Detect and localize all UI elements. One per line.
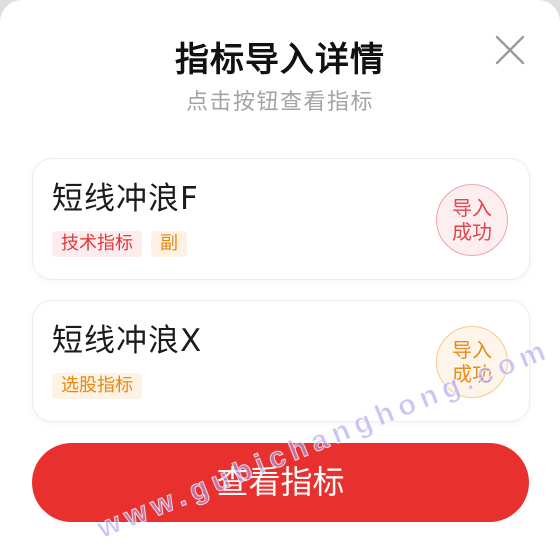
indicator-card: 短线冲浪F 技术指标 副 导入成功 <box>32 158 530 280</box>
page: { "dialog": { "title": "指标导入详情", "subtit… <box>0 0 560 552</box>
indicator-name: 短线冲浪F <box>52 181 199 217</box>
import-status-stamp: 导入成功 <box>436 184 508 256</box>
indicator-tags: 技术指标 副 <box>52 231 187 257</box>
import-details-dialog: 指标导入详情 点击按钮查看指标 短线冲浪F 技术指标 副 导入成功 短线冲浪X … <box>0 0 560 552</box>
indicator-type-tag: 选股指标 <box>52 373 142 399</box>
view-indicators-button[interactable]: 查看指标 <box>32 443 529 522</box>
indicator-name: 短线冲浪X <box>52 323 203 359</box>
indicator-position-tag: 副 <box>151 231 187 257</box>
import-status-label: 导入成功 <box>452 196 492 244</box>
close-button[interactable] <box>495 35 525 65</box>
indicator-card: 短线冲浪X 选股指标 导入成功 <box>32 300 530 422</box>
import-status-label: 导入成功 <box>452 338 492 386</box>
import-status-stamp: 导入成功 <box>436 326 508 398</box>
dialog-title: 指标导入详情 <box>175 40 385 80</box>
indicator-tags: 选股指标 <box>52 373 142 399</box>
close-icon <box>495 35 525 65</box>
dialog-subtitle: 点击按钮查看指标 <box>185 90 374 115</box>
indicator-type-tag: 技术指标 <box>52 231 142 257</box>
